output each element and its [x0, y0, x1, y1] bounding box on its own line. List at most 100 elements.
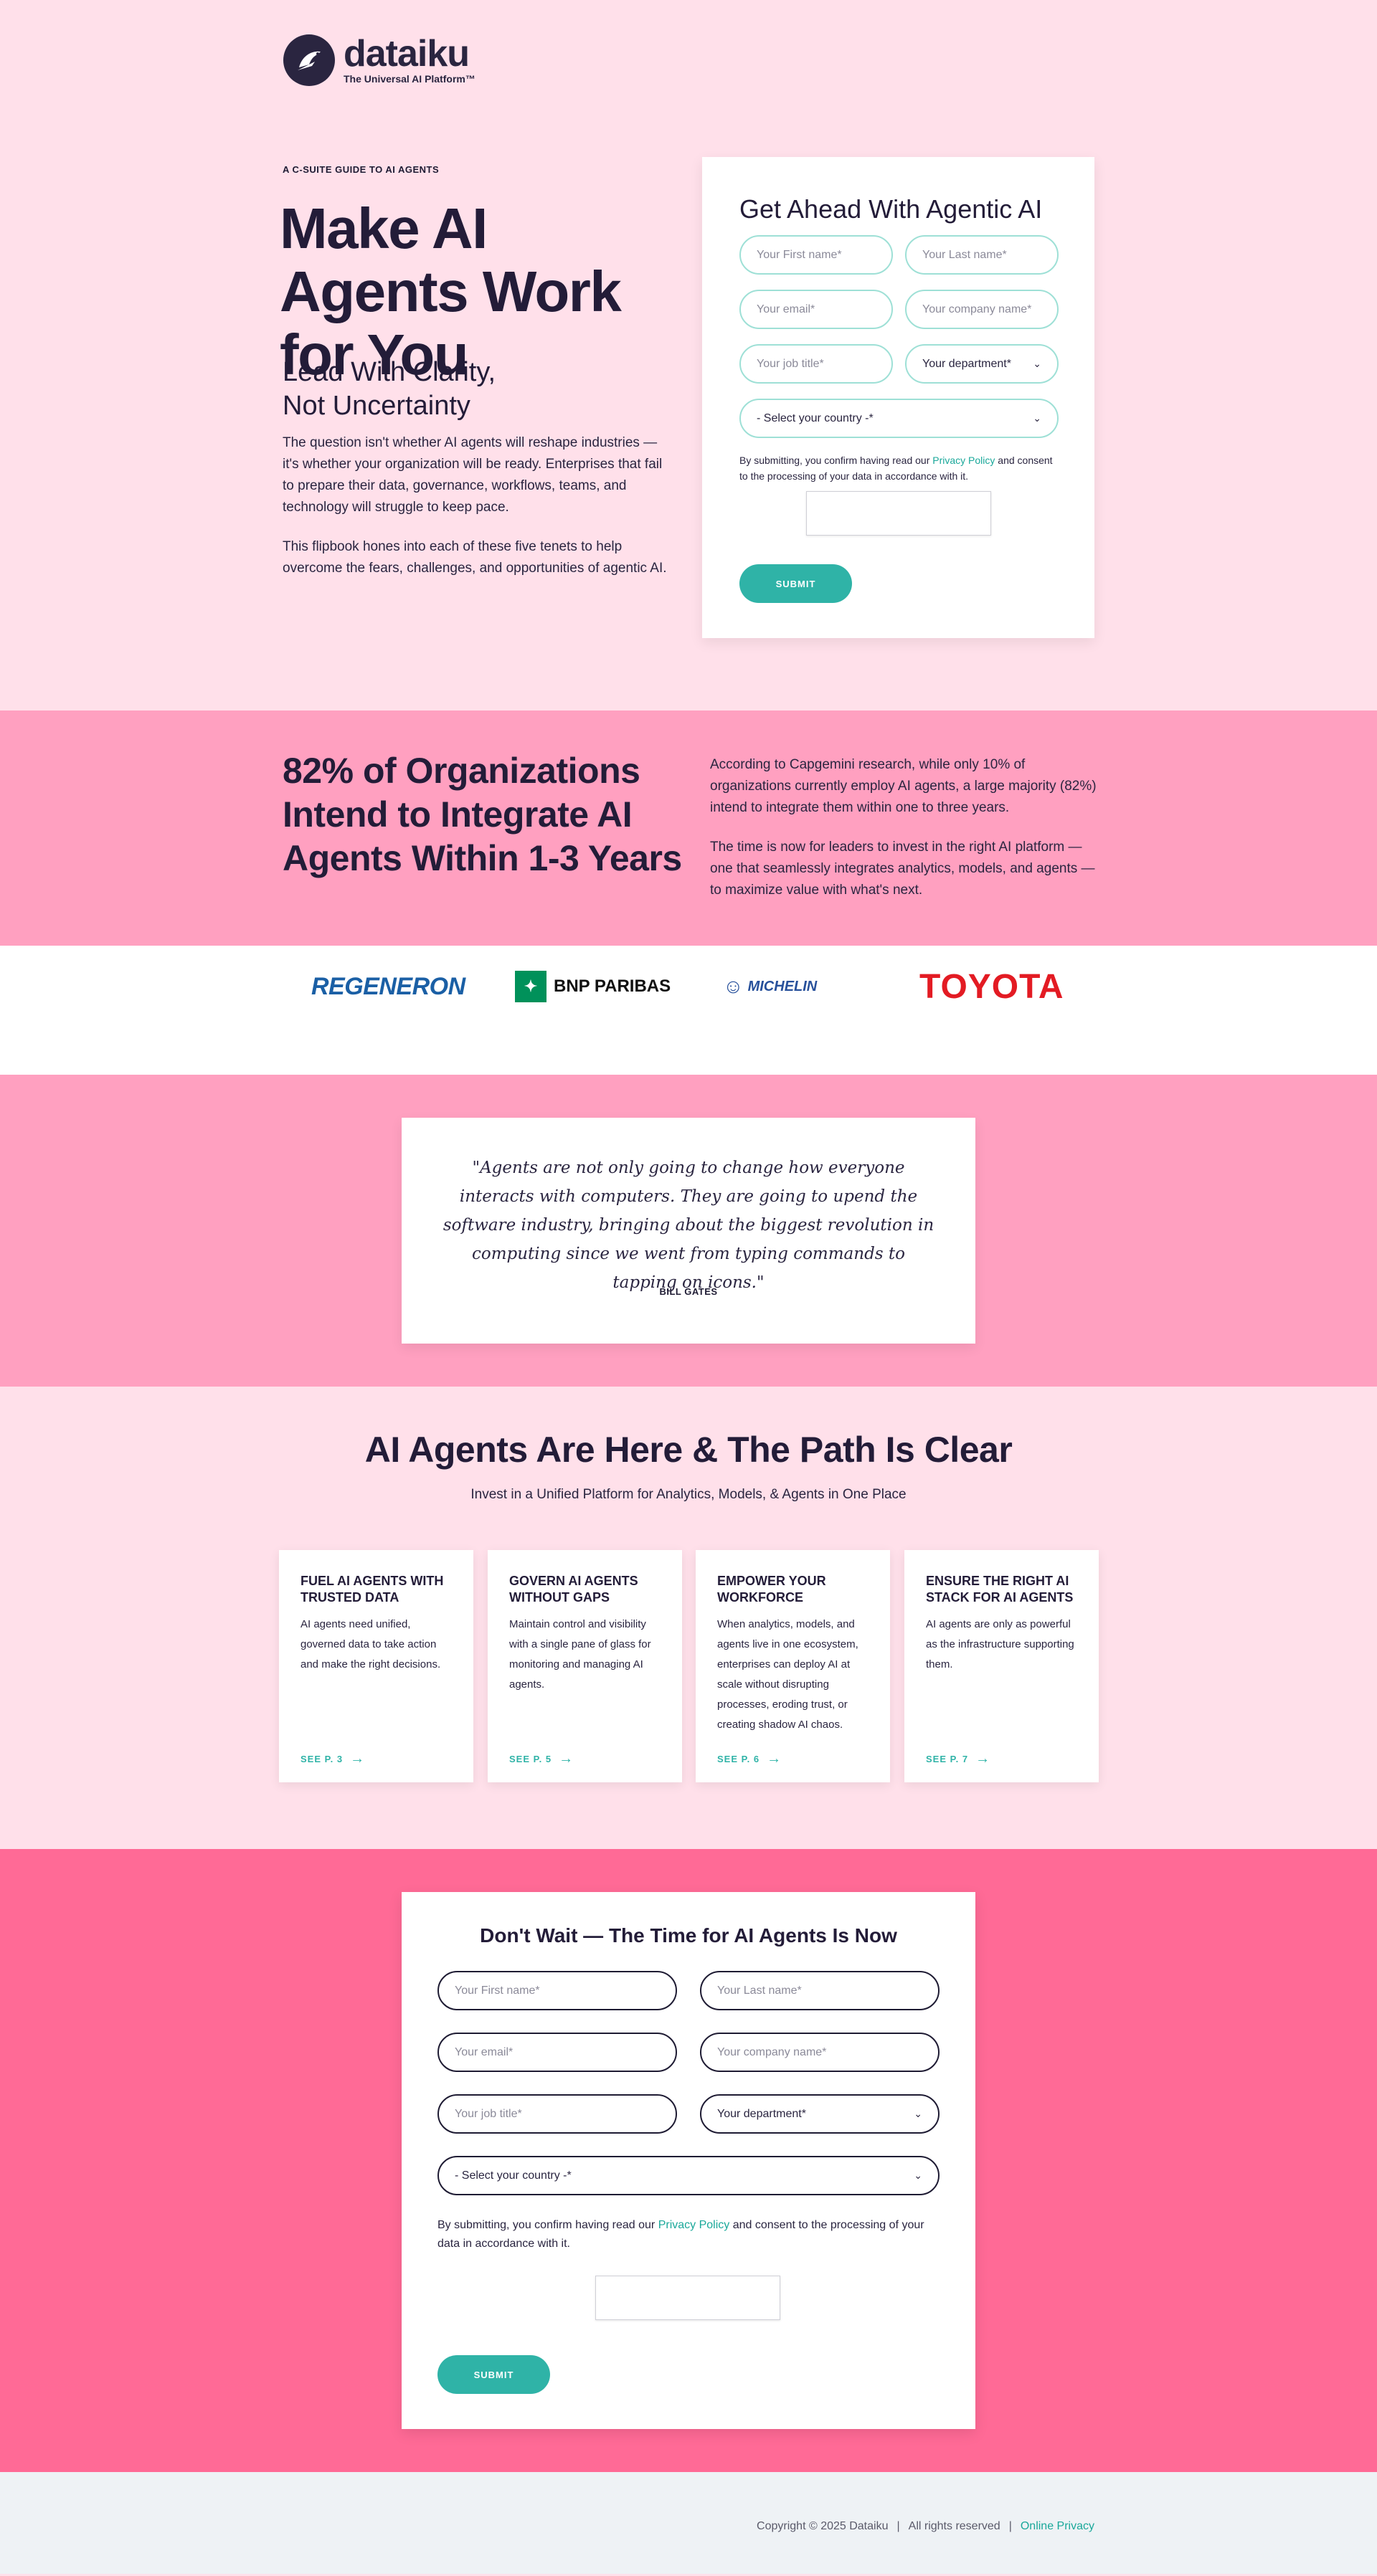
company-placeholder: Your company name* — [717, 2045, 827, 2058]
country-value: - Select your country -* — [757, 412, 874, 424]
feature-card: FUEL AI AGENTS WITH TRUSTED DATA AI agen… — [279, 1550, 473, 1782]
company-placeholder: Your company name* — [922, 303, 1032, 315]
last-name-input[interactable]: Your Last name* — [700, 1971, 940, 2010]
job-title-input[interactable]: Your job title* — [739, 344, 893, 384]
arrow-right-icon: → — [975, 1751, 991, 1767]
chevron-down-icon: ⌄ — [1033, 358, 1041, 369]
captcha-widget[interactable] — [806, 491, 991, 536]
card-body: Maintain control and visibility with a s… — [509, 1618, 651, 1691]
policy-text-before: By submitting, you confirm having read o… — [437, 2219, 658, 2231]
page-footer: Copyright © 2025 Dataiku | All rights re… — [0, 2472, 1377, 2574]
top-lead-form: Get Ahead With Agentic AI Your First nam… — [702, 157, 1094, 638]
hero-section: dataiku The Universal AI Platform™ A C-S… — [0, 0, 1377, 710]
quote-section: "Agents are not only going to change how… — [0, 1075, 1377, 1387]
feature-card: EMPOWER YOUR WORKFORCE When analytics, m… — [696, 1550, 890, 1782]
michelin-logo: ☺ MICHELIN — [723, 961, 817, 1012]
card-body: AI agents need unified, governed data to… — [301, 1618, 441, 1670]
department-select[interactable]: Your department* ⌄ — [905, 344, 1059, 384]
rights-text: All rights reserved — [908, 2520, 1000, 2532]
feature-card: GOVERN AI AGENTS WITHOUT GAPS Maintain c… — [488, 1550, 682, 1782]
department-value: Your department* — [717, 2107, 806, 2120]
first-name-placeholder: Your First name* — [757, 248, 842, 261]
stat-paragraph-1: According to Capgemini research, while o… — [710, 757, 1097, 815]
path-section: AI Agents Are Here & The Path Is Clear I… — [0, 1387, 1377, 1849]
card-title: ENSURE THE RIGHT AI STACK FOR AI AGENTS — [926, 1574, 1074, 1605]
country-select[interactable]: - Select your country -* ⌄ — [739, 399, 1059, 438]
company-input[interactable]: Your company name* — [905, 290, 1059, 329]
brand-name: dataiku — [344, 33, 470, 75]
hero-paragraph-2: This flipbook hones into each of these f… — [283, 539, 667, 576]
see-page-label: SEE P. 6 — [717, 1754, 760, 1764]
hero-paragraph-1: The question isn't whether AI agents wil… — [283, 435, 663, 515]
submit-button[interactable]: SUBMIT — [437, 2355, 550, 2394]
footer-separator: | — [1008, 2520, 1012, 2532]
hero-subtitle-line1: Lead With Clarity, — [283, 357, 496, 387]
email-input[interactable]: Your email* — [739, 290, 893, 329]
dataiku-bird-icon — [283, 34, 335, 86]
job-title-placeholder: Your job title* — [455, 2107, 522, 2120]
privacy-policy-link[interactable]: Privacy Policy — [932, 455, 995, 466]
feature-card: ENSURE THE RIGHT AI STACK FOR AI AGENTS … — [904, 1550, 1099, 1782]
chevron-down-icon: ⌄ — [1033, 412, 1041, 424]
stat-title: 82% of Organizations Intend to Integrate… — [283, 751, 682, 878]
form-title: Get Ahead With Agentic AI — [739, 194, 1043, 224]
email-input[interactable]: Your email* — [437, 2033, 677, 2072]
path-title: AI Agents Are Here & The Path Is Clear — [364, 1430, 1013, 1470]
first-name-placeholder: Your First name* — [455, 1984, 540, 1997]
card-body: AI agents are only as powerful as the in… — [926, 1618, 1074, 1670]
department-select[interactable]: Your department* ⌄ — [700, 2094, 940, 2134]
quote-text: "Agents are not only going to change how… — [443, 1159, 934, 1292]
stat-paragraph-2: The time is now for leaders to invest in… — [710, 840, 1095, 898]
michelin-man-icon: ☺ — [723, 975, 744, 997]
brand-tagline: The Universal AI Platform™ — [344, 73, 475, 85]
policy-text-before: By submitting, you confirm having read o… — [739, 455, 933, 466]
see-page-label: SEE P. 3 — [301, 1754, 344, 1764]
bottom-lead-form: Don't Wait — The Time for AI Agents Is N… — [402, 1892, 975, 2429]
card-title: FUEL AI AGENTS WITH TRUSTED DATA — [301, 1574, 444, 1605]
email-placeholder: Your email* — [757, 303, 815, 315]
first-name-input[interactable]: Your First name* — [437, 1971, 677, 2010]
cta-section: Don't Wait — The Time for AI Agents Is N… — [0, 1849, 1377, 2472]
see-page-link[interactable]: SEE P. 7 → — [926, 1751, 990, 1767]
chevron-down-icon: ⌄ — [914, 2169, 922, 2181]
see-page-link[interactable]: SEE P. 3 → — [301, 1751, 365, 1767]
card-body: When analytics, models, and agents live … — [717, 1618, 858, 1731]
cta-form-title: Don't Wait — The Time for AI Agents Is N… — [480, 1924, 897, 1947]
privacy-consent: By submitting, you confirm having read o… — [739, 452, 1059, 484]
arrow-right-icon: → — [767, 1751, 782, 1767]
bnp-stars-icon: ✦ — [515, 971, 546, 1002]
privacy-policy-link[interactable]: Privacy Policy — [658, 2219, 730, 2231]
dataiku-logo[interactable]: dataiku The Universal AI Platform™ — [283, 34, 475, 86]
customer-logos: REGENERON ✦ BNP PARIBAS ☺ MICHELIN TOYOT… — [0, 946, 1377, 1075]
hero-eyebrow: A C-SUITE GUIDE TO AI AGENTS — [283, 164, 440, 175]
see-page-link[interactable]: SEE P. 5 → — [509, 1751, 574, 1767]
see-page-link[interactable]: SEE P. 6 → — [717, 1751, 782, 1767]
privacy-consent: By submitting, you confirm having read o… — [437, 2216, 940, 2253]
country-select[interactable]: - Select your country -* ⌄ — [437, 2156, 940, 2195]
hero-subtitle-line2: Not Uncertainty — [283, 391, 470, 421]
path-subtitle: Invest in a Unified Platform for Analyti… — [470, 1487, 907, 1502]
card-title: EMPOWER YOUR WORKFORCE — [717, 1574, 826, 1605]
department-value: Your department* — [922, 357, 1011, 370]
quote-author: BILL GATES — [659, 1286, 718, 1297]
card-title: GOVERN AI AGENTS WITHOUT GAPS — [509, 1574, 638, 1605]
toyota-logo: TOYOTA — [919, 967, 1064, 1006]
country-value: - Select your country -* — [455, 2169, 572, 2182]
hero-subtitle: Lead With Clarity, Not Uncertainty — [283, 356, 670, 423]
bnp-paribas-wordmark: BNP PARIBAS — [554, 976, 671, 996]
captcha-widget[interactable] — [595, 2276, 780, 2320]
last-name-placeholder: Your Last name* — [717, 1984, 802, 1997]
first-name-input[interactable]: Your First name* — [739, 235, 893, 275]
email-placeholder: Your email* — [455, 2045, 514, 2058]
michelin-wordmark: MICHELIN — [747, 978, 818, 994]
arrow-right-icon: → — [559, 1751, 574, 1767]
last-name-input[interactable]: Your Last name* — [905, 235, 1059, 275]
online-privacy-link[interactable]: Online Privacy — [1021, 2520, 1094, 2533]
job-title-input[interactable]: Your job title* — [437, 2094, 677, 2134]
last-name-placeholder: Your Last name* — [922, 248, 1007, 261]
stat-section: 82% of Organizations Intend to Integrate… — [0, 710, 1377, 946]
company-input[interactable]: Your company name* — [700, 2033, 940, 2072]
bnp-paribas-logo: ✦ BNP PARIBAS — [515, 961, 671, 1012]
submit-button[interactable]: SUBMIT — [739, 564, 852, 603]
footer-row: Copyright © 2025 Dataiku | All rights re… — [757, 2520, 1094, 2533]
